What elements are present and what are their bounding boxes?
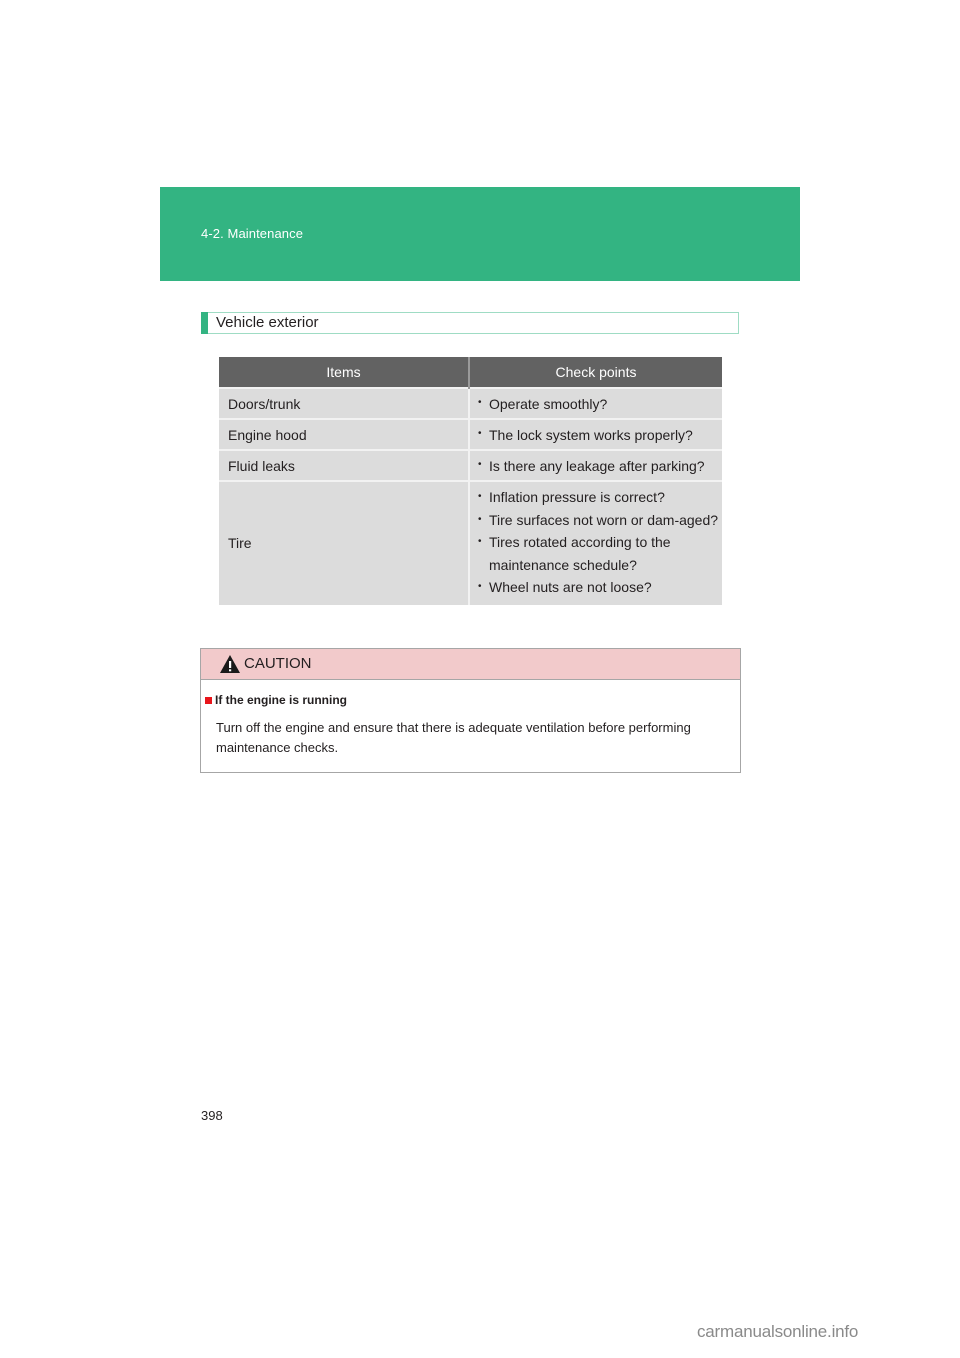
caution-header: CAUTION: [201, 649, 740, 680]
check-point: Tire surfaces not worn or dam-aged?: [478, 509, 722, 532]
red-square-marker-icon: [205, 697, 212, 704]
caution-box: CAUTION If the engine is running Turn of…: [200, 648, 741, 773]
check-point: The lock system works properly?: [478, 427, 693, 443]
section-label: 4-2. Maintenance: [201, 226, 304, 241]
item-cell: Fluid leaks: [219, 449, 470, 481]
item-cell: Tire: [219, 480, 470, 605]
heading-accent-bar: [201, 312, 208, 334]
warning-triangle-icon: [220, 655, 240, 673]
subsection-heading: Vehicle exterior: [201, 312, 739, 334]
check-cell: Operate smoothly?: [469, 387, 722, 419]
page-number: 398: [201, 1108, 223, 1123]
table-row: Fluid leaks Is there any leakage after p…: [219, 449, 722, 481]
caution-subheading-text: If the engine is running: [215, 693, 347, 707]
item-cell: Engine hood: [219, 418, 470, 450]
check-cell: Is there any leakage after parking?: [469, 449, 722, 481]
caution-title: CAUTION: [244, 655, 312, 672]
check-point-list: Inflation pressure is correct? Tire surf…: [478, 482, 722, 605]
inspection-table: Items Check points Doors/trunk Operate s…: [219, 357, 722, 605]
column-header-items: Items: [219, 357, 470, 388]
item-cell: Doors/trunk: [219, 387, 470, 419]
table-row: Doors/trunk Operate smoothly?: [219, 387, 722, 419]
caution-subheading: If the engine is running: [205, 693, 347, 707]
caution-body-text: Turn off the engine and ensure that ther…: [216, 720, 691, 755]
subsection-title: Vehicle exterior: [216, 314, 319, 331]
watermark-link[interactable]: carmanualsonline.info: [697, 1322, 858, 1342]
column-header-check-points: Check points: [469, 357, 722, 388]
check-point: Tires rotated according to the maintenan…: [478, 531, 722, 576]
check-point: Operate smoothly?: [478, 396, 607, 412]
check-point: Is there any leakage after parking?: [478, 458, 705, 474]
check-cell: Inflation pressure is correct? Tire surf…: [469, 480, 722, 605]
check-cell: The lock system works properly?: [469, 418, 722, 450]
check-point: Wheel nuts are not loose?: [478, 576, 722, 599]
table-header-row: Items Check points: [219, 357, 722, 388]
check-point: Inflation pressure is correct?: [478, 486, 722, 509]
chapter-header-band: 4-2. Maintenance: [160, 187, 800, 281]
table-row: Tire Inflation pressure is correct? Tire…: [219, 480, 722, 605]
table-row: Engine hood The lock system works proper…: [219, 418, 722, 450]
